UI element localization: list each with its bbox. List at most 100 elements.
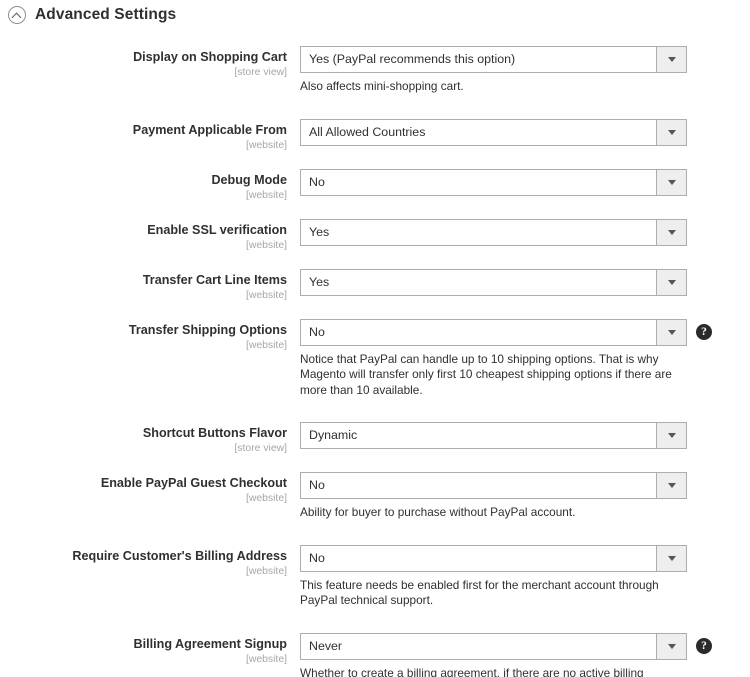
select-selected-value: No: [309, 478, 325, 492]
row-spacer: [0, 302, 750, 319]
select-selected-value: Never: [309, 638, 343, 653]
chevron-down-icon[interactable]: [656, 544, 687, 572]
field-scope-label: [website]: [245, 139, 287, 151]
select-selected-value: Yes: [309, 224, 330, 239]
field-scope-label: [website]: [245, 493, 287, 504]
field-note: Whether to create a billing agreement, i…: [300, 665, 644, 677]
field-control-group: Never? Whether to create a billing agreem…: [300, 632, 750, 677]
advanced-settings-page: Advanced Settings Display on Shopping Ca…: [0, 0, 750, 677]
field-label-group: Transfer Cart Line Items [website]: [0, 269, 300, 302]
field-note: Ability for buyer to purchase without Pa…: [300, 505, 576, 519]
row-spacer: [0, 152, 750, 169]
form-row: Display on Shopping Cart [store view] Yes …: [0, 46, 750, 95]
field-label: Enable PayPal Guest Checkout: [100, 476, 287, 490]
field-label-group: Require Customer's Billing Address [websi…: [0, 545, 300, 578]
field-scope-label: [store view]: [234, 67, 287, 78]
chevron-down-icon[interactable]: [656, 268, 687, 296]
section-header[interactable]: Advanced Settings: [8, 4, 176, 26]
field-scope-label: [website]: [245, 565, 287, 577]
field-control-group: No? Notice that PayPal can handle up to 1…: [300, 318, 750, 399]
chevron-down-icon[interactable]: [656, 218, 687, 246]
field-label-group: Debug Mode [website]: [0, 169, 300, 202]
field-scope-label: [website]: [245, 339, 287, 351]
select-dropdown[interactable]: Yes (PayPal recommends this option): [300, 46, 687, 73]
field-label-group: Payment Applicable From [website]: [0, 119, 300, 152]
select-selected-value: No: [309, 324, 325, 339]
select-dropdown[interactable]: No: [300, 168, 687, 196]
page-title: Advanced Settings: [35, 6, 177, 23]
field-scope-label: [store view]: [234, 443, 287, 454]
form-row: Payment Applicable From [website] All Allo…: [0, 118, 750, 152]
field-label-group: Shortcut Buttons Flavor [store view]: [0, 422, 300, 455]
help-icon[interactable]: ?: [696, 637, 712, 654]
field-label: Shortcut Buttons Flavor: [142, 426, 287, 440]
select-dropdown[interactable]: Yes: [300, 218, 687, 246]
field-control-group: No: [300, 168, 750, 196]
field-label: Billing Agreement Signup: [133, 636, 287, 651]
field-label: Require Customer's Billing Address: [72, 548, 287, 563]
field-note: Also affects mini-shopping cart.: [300, 79, 464, 93]
field-label: Transfer Cart Line Items: [142, 272, 287, 287]
settings-form: Display on Shopping Cart [store view] Yes …: [0, 46, 750, 677]
field-label-group: Enable PayPal Guest Checkout [website]: [0, 472, 300, 505]
help-icon[interactable]: ?: [696, 323, 712, 340]
select-dropdown[interactable]: Yes: [300, 268, 687, 296]
form-row: Require Customer's Billing Address [websi…: [0, 544, 750, 609]
select-dropdown[interactable]: No: [300, 318, 687, 346]
chevron-down-icon[interactable]: [656, 472, 687, 499]
select-selected-value: All Allowed Countries: [309, 124, 426, 139]
field-scope-label: [website]: [245, 653, 287, 665]
field-label: Transfer Shipping Options: [128, 322, 287, 337]
select-selected-value: Dynamic: [309, 428, 358, 442]
field-scope-label: [website]: [245, 189, 287, 201]
field-scope-label: [website]: [245, 239, 287, 251]
field-control-group: Yes: [300, 268, 750, 296]
field-control-group: All Allowed Countries: [300, 118, 750, 146]
field-control-group: No This feature needs be enabled first fo…: [300, 544, 750, 609]
select-selected-value: Yes: [309, 274, 330, 289]
select-selected-value: Yes (PayPal recommends this option): [309, 52, 516, 66]
chevron-down-icon[interactable]: [656, 632, 687, 660]
field-scope-label: [website]: [245, 289, 287, 301]
field-control-group: Dynamic: [300, 422, 750, 449]
form-row: Transfer Shipping Options [website] No? Not…: [0, 318, 750, 399]
field-note: Notice that PayPal can handle up to 10 s…: [300, 351, 672, 397]
select-dropdown[interactable]: All Allowed Countries: [300, 118, 687, 146]
field-control-group: Yes: [300, 218, 750, 246]
field-label-group: Enable SSL verification [website]: [0, 219, 300, 252]
field-control-group: Yes (PayPal recommends this option) Also …: [300, 46, 750, 95]
form-row: Shortcut Buttons Flavor [store view] Dynam…: [0, 422, 750, 455]
form-row: Billing Agreement Signup [website] Never? W…: [0, 632, 750, 677]
row-spacer: [0, 609, 750, 633]
field-label-group: Transfer Shipping Options [website]: [0, 319, 300, 352]
select-selected-value: No: [309, 174, 325, 189]
select-selected-value: No: [309, 550, 325, 565]
row-spacer: [0, 202, 750, 219]
field-label: Debug Mode: [211, 172, 287, 187]
form-row: Debug Mode [website] No: [0, 168, 750, 202]
chevron-down-icon[interactable]: [656, 168, 687, 196]
select-dropdown[interactable]: No: [300, 472, 687, 499]
row-spacer: [0, 455, 750, 472]
chevron-down-icon[interactable]: [656, 46, 687, 73]
field-label-group: Display on Shopping Cart [store view]: [0, 46, 300, 79]
field-label-group: Billing Agreement Signup [website]: [0, 633, 300, 666]
chevron-up-circle-icon[interactable]: [8, 6, 26, 24]
chevron-down-icon[interactable]: [656, 318, 687, 346]
select-dropdown[interactable]: Dynamic: [300, 422, 687, 449]
row-spacer: [0, 95, 750, 119]
row-spacer: [0, 252, 750, 269]
field-control-group: No Ability for buyer to purchase without …: [300, 472, 750, 521]
row-spacer: [0, 521, 750, 545]
form-row: Enable SSL verification [website] Yes: [0, 218, 750, 252]
field-label: Enable SSL verification: [147, 222, 287, 237]
row-spacer: [0, 398, 750, 422]
field-label: Display on Shopping Cart: [133, 50, 287, 64]
chevron-down-icon[interactable]: [656, 118, 687, 146]
select-dropdown[interactable]: No: [300, 544, 687, 572]
select-dropdown[interactable]: Never: [300, 632, 687, 660]
field-label: Payment Applicable From: [132, 122, 287, 137]
chevron-down-icon[interactable]: [656, 422, 687, 449]
form-row: Enable PayPal Guest Checkout [website] No A…: [0, 472, 750, 521]
field-note: This feature needs be enabled first for …: [300, 577, 659, 608]
